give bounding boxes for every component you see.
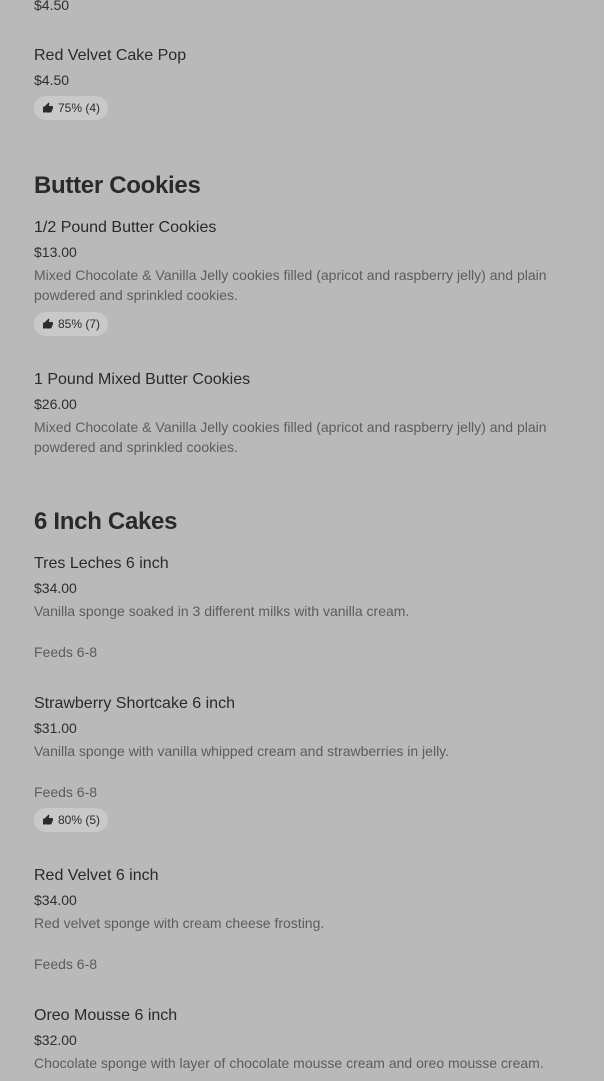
item-description: Red velvet sponge with cream cheese fros…: [34, 915, 325, 931]
thumbs-up-icon: [43, 318, 53, 329]
section-title-6-inch-cakes: 6 Inch Cakes: [34, 508, 178, 535]
item-description: Mixed Chocolate & Vanilla Jelly cookies …: [34, 267, 547, 303]
item-name: Strawberry Shortcake 6 inch: [34, 695, 235, 712]
item-name: Oreo Mousse 6 inch: [34, 1007, 178, 1024]
rating-text: 75% (4): [58, 101, 101, 115]
item-price: $34.00: [34, 892, 77, 908]
menu-item-red-velvet-6-inch[interactable]: Red Velvet 6 inch $34.00 Red velvet spon…: [34, 866, 574, 973]
item-description: Vanilla sponge with vanilla whipped crea…: [34, 743, 450, 759]
item-price: $32.00: [34, 1032, 77, 1048]
item-feeds: Feeds 6-8: [34, 956, 98, 972]
item-name: 1 Pound Mixed Butter Cookies: [34, 371, 251, 388]
item-name: Red Velvet 6 inch: [34, 867, 159, 884]
menu-item-one-pound-mixed-butter-cookies[interactable]: 1 Pound Mixed Butter Cookies $26.00 Mixe…: [34, 370, 574, 457]
thumbs-up-icon: [43, 814, 53, 825]
menu-item-strawberry-shortcake[interactable]: Strawberry Shortcake 6 inch $31.00 Vanil…: [34, 694, 574, 832]
item-price: $34.00: [34, 580, 77, 596]
rating-badge: 75% (4): [34, 96, 109, 120]
item-feeds: Feeds 6-8: [34, 784, 98, 800]
rating-text: 85% (7): [58, 317, 101, 331]
item-name: Red Velvet Cake Pop: [34, 47, 187, 64]
rating-text: 80% (5): [58, 813, 101, 827]
item-price: $31.00: [34, 720, 77, 736]
rating-badge: 85% (7): [34, 312, 109, 336]
item-name: 1/2 Pound Butter Cookies: [34, 219, 217, 236]
thumbs-up-icon: [43, 102, 53, 113]
item-description: Vanilla sponge soaked in 3 different mil…: [34, 603, 410, 619]
section-title-butter-cookies: Butter Cookies: [34, 172, 201, 199]
item-price: $4.50: [34, 0, 70, 13]
menu-item-tres-leches[interactable]: Tres Leches 6 inch $34.00 Vanilla sponge…: [34, 554, 574, 661]
item-description: Mixed Chocolate & Vanilla Jelly cookies …: [34, 419, 547, 455]
menu-item-oreo-mousse[interactable]: Oreo Mousse 6 inch $32.00 Chocolate spon…: [34, 1006, 574, 1073]
menu-item-half-pound-butter-cookies[interactable]: 1/2 Pound Butter Cookies $13.00 Mixed Ch…: [34, 218, 574, 336]
menu-item-partial[interactable]: $4.50: [34, 0, 574, 14]
rating-badge: 80% (5): [34, 808, 109, 832]
item-feeds: Feeds 6-8: [34, 644, 98, 660]
item-description: Chocolate sponge with layer of chocolate…: [34, 1055, 544, 1071]
item-price: $13.00: [34, 244, 77, 260]
item-name: Tres Leches 6 inch: [34, 555, 169, 572]
item-price: $4.50: [34, 72, 70, 88]
menu-item-red-velvet-cake-pop[interactable]: Red Velvet Cake Pop $4.50 75% (4): [34, 46, 574, 120]
item-price: $26.00: [34, 396, 77, 412]
